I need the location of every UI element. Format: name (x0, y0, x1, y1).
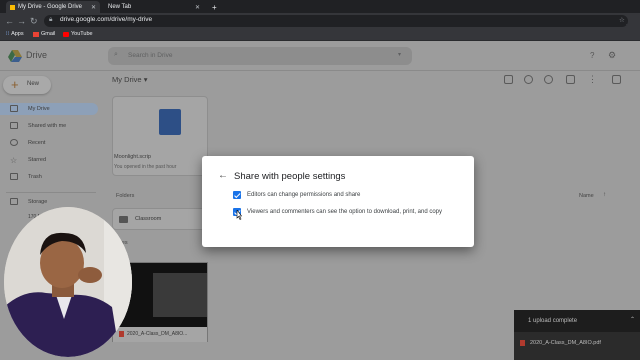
sidebar-item-starred[interactable]: Starred (28, 157, 46, 163)
mouse-cursor-icon (236, 210, 242, 220)
tab-new-tab[interactable]: New Tab ✕ (104, 1, 204, 13)
upload-status: 1 upload complete (514, 310, 640, 332)
share-settings-dialog: ← Share with people settings Editors can… (202, 156, 474, 247)
folder-item[interactable]: Classroom (112, 208, 208, 230)
storage-icon (10, 198, 18, 205)
add-person-icon[interactable] (524, 75, 533, 84)
search-input[interactable]: ⌕ Search in Drive ▾ (108, 47, 412, 65)
details-icon[interactable] (612, 75, 621, 84)
thumbnail-image (153, 273, 207, 317)
preview-eye-icon[interactable] (544, 75, 553, 84)
bookmark-youtube[interactable]: YouTube (63, 31, 93, 37)
close-tab-icon[interactable]: ✕ (195, 4, 200, 11)
youtube-icon (63, 31, 69, 37)
sort-arrow-icon[interactable]: ↑ (603, 192, 606, 198)
tab-strip: My Drive - Google Drive ✕ New Tab ✕ + (0, 0, 640, 13)
delete-icon[interactable] (566, 75, 575, 84)
drive-favicon (10, 4, 15, 10)
drive-logo-icon (8, 49, 22, 62)
close-tab-icon[interactable]: ✕ (91, 4, 96, 11)
chevron-down-icon: ▾ (143, 75, 148, 84)
new-tab-button[interactable]: + (208, 1, 220, 13)
bookmark-gmail[interactable]: Gmail (33, 31, 55, 37)
sort-by-name[interactable]: Name (579, 193, 594, 199)
more-icon[interactable]: ⋮ (588, 74, 597, 85)
sidebar-item-recent[interactable]: Recent (28, 140, 45, 146)
quick-access-subtitle: You opened in the past hour (114, 164, 177, 170)
sidebar-divider (6, 192, 96, 193)
editors-permission-label: Editors can change permissions and share (247, 192, 361, 198)
folders-heading: Folders (116, 193, 135, 199)
back-icon[interactable]: ← (5, 15, 14, 27)
bookmarks-bar: ⁞⁞ Apps Gmail YouTube (0, 29, 640, 41)
search-placeholder: Search in Drive (128, 52, 173, 59)
new-button[interactable]: + New (3, 76, 51, 94)
pdf-icon (520, 340, 525, 346)
quick-access-name: Moonlight.scrip (114, 154, 151, 160)
reload-icon[interactable]: ↻ (30, 15, 38, 27)
address-bar[interactable]: 🔒︎ drive.google.com/drive/my-drive ☆ (44, 15, 628, 27)
upload-file-name: 2020_A-Class_DM_A8IO.pdf (530, 340, 601, 346)
sidebar-item-trash[interactable]: Trash (28, 174, 42, 180)
lock-icon: 🔒︎ (49, 16, 53, 23)
drive-logo-text: Drive (26, 50, 48, 60)
clock-icon (10, 139, 18, 146)
back-arrow-icon[interactable]: ← (218, 170, 228, 181)
new-button-label: New (27, 81, 40, 87)
plus-icon: + (11, 77, 19, 92)
pdf-icon (119, 331, 124, 337)
sidebar-item-my-drive[interactable]: My Drive (28, 106, 50, 112)
help-icon[interactable]: ? (590, 51, 594, 60)
forward-icon[interactable]: → (17, 15, 26, 27)
drive-icon (10, 105, 18, 112)
dialog-title: Share with people settings (234, 171, 346, 182)
search-options-icon[interactable]: ▾ (398, 51, 401, 58)
tab-my-drive[interactable]: My Drive - Google Drive ✕ (6, 1, 100, 13)
apps-grid-icon: ⁞⁞ (6, 31, 10, 37)
storage-label[interactable]: Storage (28, 199, 47, 205)
gmail-icon (33, 31, 39, 37)
link-icon[interactable] (504, 75, 513, 84)
tab-label: New Tab (108, 4, 132, 10)
tab-label: My Drive - Google Drive (18, 4, 83, 10)
url-text: drive.google.com/drive/my-drive (60, 16, 153, 23)
breadcrumb[interactable]: My Drive ▾ (112, 75, 147, 84)
presenter-webcam (4, 207, 132, 357)
gear-icon[interactable]: ⚙ (608, 50, 616, 61)
editors-permission-checkbox[interactable] (233, 191, 241, 199)
file-name: 2020_A-Class_DM_A8IO... (127, 331, 188, 337)
viewers-download-label: Viewers and commenters can see the optio… (247, 209, 443, 215)
people-icon (10, 122, 18, 129)
sidebar-item-shared[interactable]: Shared with me (28, 123, 66, 129)
collapse-icon[interactable]: ⌃ (630, 316, 635, 323)
star-icon: ☆ (10, 156, 18, 165)
presenter-image (4, 207, 132, 357)
search-icon: ⌕ (114, 51, 118, 58)
star-bookmark-icon[interactable]: ☆ (619, 16, 625, 24)
bookmark-apps[interactable]: ⁞⁞ Apps (6, 31, 24, 37)
doc-file-icon (159, 109, 181, 135)
upload-panel: 1 upload complete ⌃ 2020_A-Class_DM_A8IO… (514, 310, 640, 360)
folder-icon (119, 216, 128, 223)
folder-name: Classroom (135, 216, 162, 222)
trash-icon (10, 173, 18, 180)
